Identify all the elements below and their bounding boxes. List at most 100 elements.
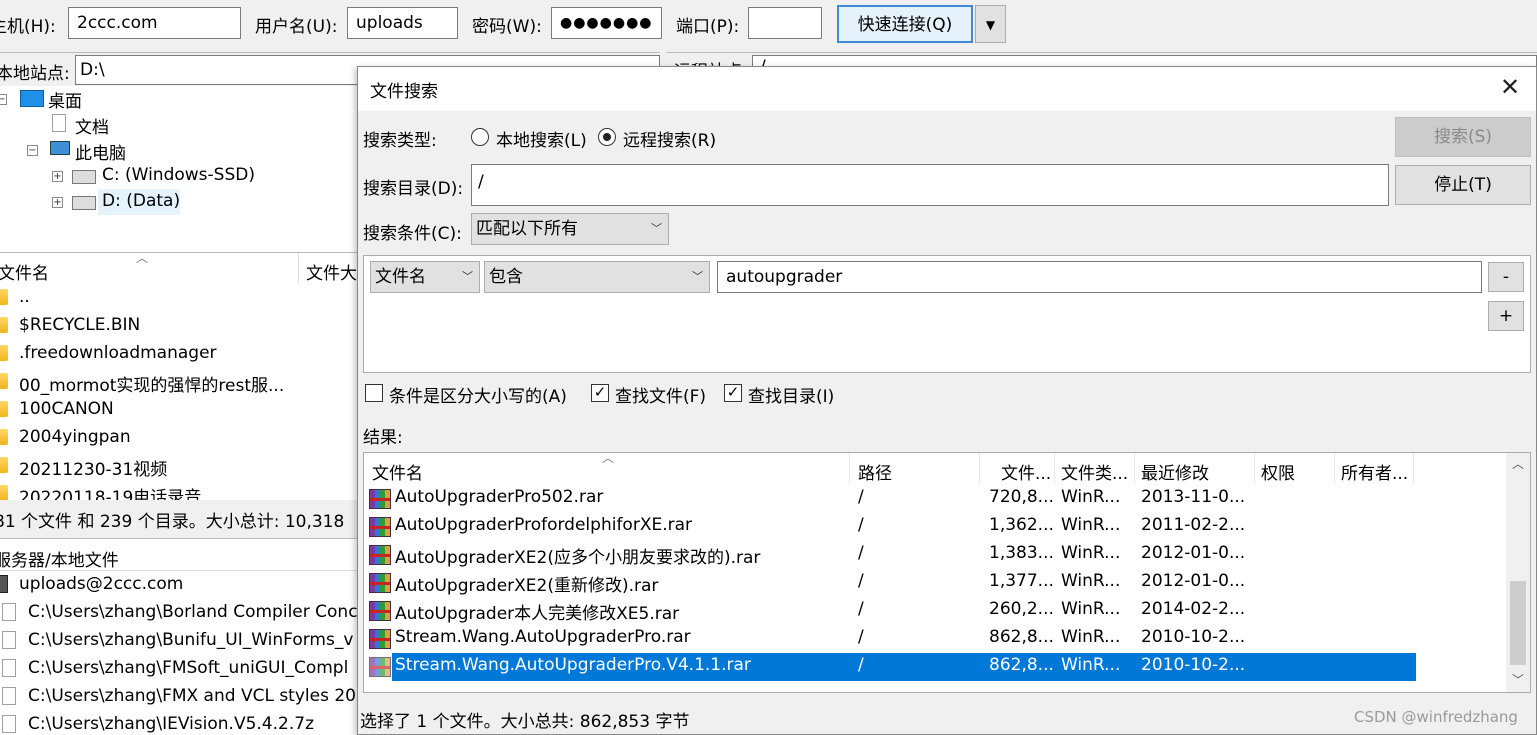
table-row[interactable]: AutoUpgrader本人完美修改XE5.rar / 260,2... Win…	[364, 597, 1416, 625]
case-sensitive-label[interactable]: 条件是区分大小写的(A)	[389, 382, 567, 407]
column-header-filename[interactable]: 文件名	[0, 259, 49, 284]
local-directory-tree: − 桌面 文档 − 此电脑 + C: (Windows-SSD) + D: (D…	[0, 86, 358, 252]
column-header-permissions[interactable]: 权限	[1261, 459, 1295, 484]
collapse-icon[interactable]: −	[0, 94, 7, 105]
rar-archive-icon	[369, 517, 391, 537]
dialog-titlebar: 文件搜索 ✕	[358, 67, 1536, 111]
host-input[interactable]: 2ccc.com	[68, 7, 241, 39]
queue-item[interactable]: C:\Users\zhang\FMSoft_uniGUI_Compl	[28, 658, 348, 678]
sort-ascending-icon: ︿	[136, 252, 149, 265]
find-dirs-checkbox[interactable]: ✓	[724, 384, 742, 402]
expand-icon[interactable]: +	[52, 171, 63, 182]
result-modified: 2010-10-2...	[1141, 627, 1246, 647]
tree-item-this-pc[interactable]: 此电脑	[75, 139, 126, 164]
tree-item-documents[interactable]: 文档	[75, 113, 109, 138]
scroll-up-icon[interactable]: ︿	[1512, 455, 1524, 472]
find-files-checkbox[interactable]: ✓	[591, 384, 609, 402]
file-search-dialog: 文件搜索 ✕ 搜索类型: 本地搜索(L) 远程搜索(R) 搜索(S) 搜索目录(…	[357, 66, 1537, 735]
result-modified: 2012-01-0...	[1141, 543, 1246, 563]
queue-item[interactable]: C:\Users\zhang\Bunifu_UI_WinForms_v	[28, 630, 353, 650]
table-row[interactable]: AutoUpgraderPro502.rar / 720,8... WinR..…	[364, 485, 1416, 513]
queue-item[interactable]: C:\Users\zhang\Borland Compiler Conc	[28, 602, 358, 622]
local-search-label[interactable]: 本地搜索(L)	[496, 126, 587, 151]
column-header-modified[interactable]: 最近修改	[1141, 459, 1209, 484]
remote-site-label: 远程站点:	[674, 57, 748, 66]
list-item[interactable]: .freedownloadmanager	[19, 343, 217, 363]
list-item[interactable]: 2004yingpan	[19, 427, 131, 447]
folder-icon	[0, 345, 8, 361]
result-path: /	[858, 655, 864, 675]
file-icon	[2, 687, 16, 705]
find-dirs-label[interactable]: 查找目录(I)	[748, 382, 834, 407]
rar-archive-icon	[369, 545, 391, 565]
dialog-status-text: 选择了 1 个文件。大小总共: 862,853 字节	[360, 712, 690, 732]
stop-button[interactable]: 停止(T)	[1395, 165, 1531, 205]
column-header-filesize[interactable]: 文件大	[306, 259, 357, 284]
result-size: 1,377...	[989, 571, 1054, 591]
quickconnect-button[interactable]: 快速连接(Q)	[837, 5, 973, 43]
condition-value-input[interactable]: autoupgrader	[717, 261, 1482, 293]
tree-item-drive-d[interactable]: D: (Data)	[102, 191, 180, 211]
expand-icon[interactable]: +	[52, 197, 63, 208]
search-button[interactable]: 搜索(S)	[1395, 117, 1531, 157]
list-item[interactable]: 100CANON	[19, 399, 114, 419]
queue-server-item[interactable]: uploads@2ccc.com	[19, 574, 183, 594]
username-input[interactable]: uploads	[347, 7, 458, 39]
result-name: AutoUpgrader本人完美修改XE5.rar	[395, 604, 680, 624]
result-size: 260,2...	[989, 599, 1054, 619]
table-row[interactable]: AutoUpgraderXE2(应多个小朋友要求改的).rar / 1,383.…	[364, 541, 1416, 569]
table-row-selected[interactable]: Stream.Wang.AutoUpgraderPro.V4.1.1.rar /…	[364, 653, 1416, 681]
column-header-name[interactable]: 文件名	[372, 459, 423, 484]
remote-site-path[interactable]: /	[760, 57, 766, 66]
column-header-type[interactable]: 文件类...	[1061, 459, 1128, 484]
close-icon[interactable]: ✕	[1500, 73, 1520, 101]
table-row[interactable]: AutoUpgraderProfordelphiforXE.rar / 1,36…	[364, 513, 1416, 541]
list-item[interactable]: 20211230-31视频	[19, 455, 167, 480]
result-size: 1,362...	[989, 515, 1054, 535]
column-header-path[interactable]: 路径	[858, 459, 892, 484]
table-row[interactable]: Stream.Wang.AutoUpgraderPro.rar / 862,8.…	[364, 625, 1416, 653]
chevron-down-icon: ▼	[985, 18, 996, 32]
remove-condition-button[interactable]: -	[1488, 262, 1524, 292]
table-row[interactable]: AutoUpgraderXE2(重新修改).rar / 1,377... Win…	[364, 569, 1416, 597]
remote-search-label[interactable]: 远程搜索(R)	[623, 126, 716, 151]
collapse-icon[interactable]: −	[27, 145, 38, 156]
dialog-title: 文件搜索	[370, 82, 438, 102]
tree-item-desktop[interactable]: 桌面	[48, 87, 82, 112]
condition-field-select[interactable]: 文件名 ﹀	[370, 261, 480, 293]
result-type: WinR...	[1061, 655, 1121, 675]
match-mode-select[interactable]: 匹配以下所有 ﹀	[471, 213, 669, 245]
find-files-label[interactable]: 查找文件(F)	[615, 382, 706, 407]
condition-operator-value: 包含	[489, 267, 523, 287]
queue-item[interactable]: C:\Users\zhang\IEVision.V5.4.2.7z	[28, 714, 314, 734]
column-header-owner[interactable]: 所有者...	[1341, 459, 1408, 484]
remote-search-radio[interactable]	[598, 128, 616, 146]
drive-c-icon	[72, 170, 96, 184]
list-item[interactable]: 20220118-19电话录音	[19, 483, 201, 500]
folder-icon	[0, 373, 8, 389]
queue-column-header[interactable]: 服务器/本地文件	[0, 546, 119, 571]
list-item[interactable]: ..	[19, 287, 30, 307]
csdn-watermark: CSDN @winfredzhang	[1354, 708, 1518, 726]
quickconnect-dropdown-button[interactable]: ▼	[975, 5, 1006, 43]
username-label: 用户名(U):	[255, 17, 338, 37]
queue-item[interactable]: C:\Users\zhang\FMX and VCL styles 20	[28, 686, 356, 706]
local-search-radio[interactable]	[471, 128, 489, 146]
add-condition-button[interactable]: +	[1488, 301, 1524, 331]
local-file-list-header: 文件名 ︿ 文件大	[0, 252, 358, 284]
result-modified: 2011-02-2...	[1141, 515, 1246, 535]
folder-icon	[0, 485, 8, 500]
result-size: 862,8...	[989, 655, 1054, 675]
scroll-down-icon[interactable]: ﹀	[1512, 671, 1524, 688]
condition-operator-select[interactable]: 包含 ﹀	[484, 261, 710, 293]
column-header-size[interactable]: 文件...	[1001, 459, 1051, 484]
list-item[interactable]: 00_mormot实现的强悍的rest服...	[19, 371, 284, 396]
password-input[interactable]: ●●●●●●●	[551, 7, 662, 39]
search-directory-input[interactable]: /	[471, 164, 1389, 206]
tree-item-drive-c[interactable]: C: (Windows-SSD)	[102, 165, 255, 185]
port-input[interactable]	[748, 7, 822, 39]
list-item[interactable]: $RECYCLE.BIN	[19, 315, 140, 335]
case-sensitive-checkbox[interactable]	[365, 384, 383, 402]
results-scrollbar[interactable]: ︿ ﹀	[1506, 453, 1530, 692]
scrollbar-thumb[interactable]	[1510, 581, 1526, 665]
